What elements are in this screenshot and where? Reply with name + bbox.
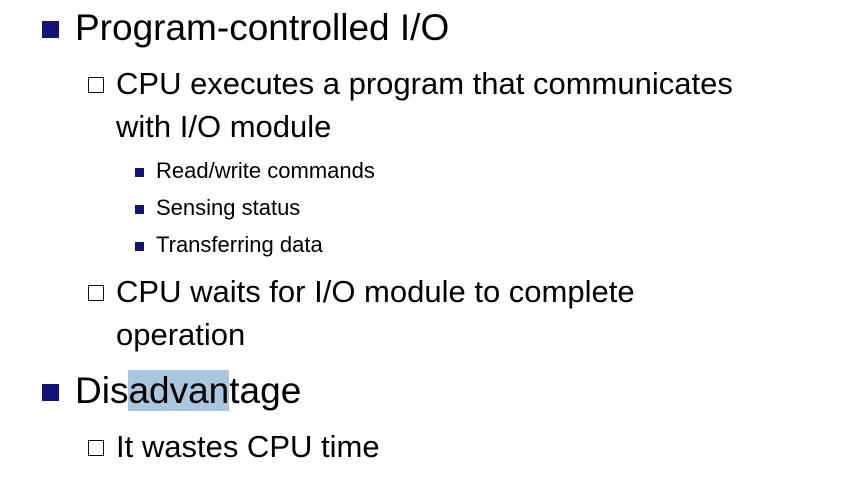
list-item-transferring-data: Transferring data (156, 232, 323, 257)
subitem-cpu-waits-line2: operation (116, 317, 246, 352)
heading-text-after: tage (229, 370, 302, 411)
hollow-square-bullet-icon (88, 77, 104, 93)
small-square-bullet-icon (135, 242, 144, 251)
subitem-wastes-cpu-time: It wastes CPU time (116, 429, 380, 464)
selected-text[interactable]: advan (128, 370, 230, 411)
subitem-cpu-executes-line1: CPU executes a program that communicates (116, 66, 733, 101)
subitem-cpu-executes-line2: with I/O module (116, 109, 332, 144)
hollow-square-bullet-icon (88, 440, 104, 456)
list-item-sensing-status: Sensing status (156, 195, 301, 220)
heading-disadvantage[interactable]: Disadvantage (75, 369, 301, 413)
list-item-read-write: Read/write commands (156, 158, 375, 183)
small-square-bullet-icon (135, 205, 144, 214)
heading-text-before: Dis (75, 370, 129, 411)
small-square-bullet-icon (135, 168, 144, 177)
square-bullet-icon (42, 21, 59, 38)
heading-program-controlled-io: Program-controlled I/O (75, 7, 450, 48)
square-bullet-icon (42, 384, 59, 401)
subitem-cpu-waits-line1: CPU waits for I/O module to complete (116, 274, 635, 309)
hollow-square-bullet-icon (88, 285, 104, 301)
